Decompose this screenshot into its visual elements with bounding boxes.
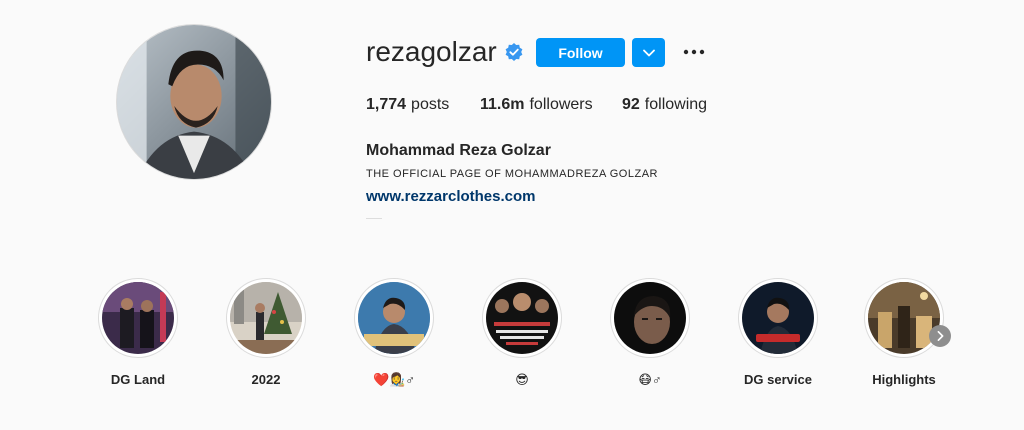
website-link[interactable]: www.rezzarclothes.com (366, 188, 536, 205)
highlight-cover (868, 282, 940, 354)
bio-text: THE OFFICIAL PAGE OF MOHAMMADREZA GOLZAR (366, 168, 658, 180)
posts-stat: 1,774 posts (366, 96, 480, 114)
profile-photo (117, 25, 271, 179)
more-options-button[interactable] (682, 42, 706, 62)
following-count: 92 (622, 96, 640, 113)
highlight-mask[interactable]: 😷♂ (608, 278, 692, 388)
profile-stats: 1,774 posts 11.6m followers 92 following (366, 96, 707, 114)
highlights-next-button[interactable] (929, 325, 951, 347)
more-options-icon (683, 49, 705, 55)
follow-button[interactable]: Follow (536, 38, 625, 67)
profile-avatar[interactable] (116, 24, 272, 180)
suggested-dropdown-button[interactable] (632, 38, 665, 67)
highlight-cover (230, 282, 302, 354)
highlight-heart[interactable]: ❤️👩‍🎨♂ (352, 278, 436, 388)
highlight-dg-service[interactable]: DG service (736, 278, 820, 387)
highlight-label: 😎 (515, 372, 529, 387)
highlight-label: DG service (744, 372, 812, 387)
highlight-cover (614, 282, 686, 354)
chevron-right-icon (937, 331, 943, 341)
following-stat[interactable]: 92 following (622, 96, 707, 114)
followers-count: 11.6m (480, 96, 525, 113)
highlight-cover (742, 282, 814, 354)
followers-stat[interactable]: 11.6m followers (480, 96, 622, 114)
verified-badge-icon (505, 43, 523, 61)
highlight-cool[interactable]: 😎 (480, 278, 564, 388)
chevron-down-icon (642, 49, 655, 56)
highlight-label: ❤️👩‍🎨♂ (372, 372, 416, 387)
highlight-cover (486, 282, 558, 354)
username-row: rezagolzar (366, 36, 523, 68)
username: rezagolzar (366, 36, 497, 67)
divider (366, 218, 382, 219)
following-label: following (644, 96, 708, 113)
highlight-label: 2022 (251, 372, 281, 387)
highlight-2022[interactable]: 2022 (224, 278, 308, 387)
highlight-label: Highlights (872, 372, 936, 387)
highlight-cover (358, 282, 430, 354)
highlight-label: 😷♂ (638, 372, 662, 387)
posts-label: posts (411, 96, 450, 113)
highlight-label: DG Land (110, 372, 166, 387)
posts-count: 1,774 (366, 96, 407, 113)
highlight-dg-land[interactable]: DG Land (96, 278, 180, 387)
followers-label: followers (529, 96, 593, 113)
highlight-cover (102, 282, 174, 354)
full-name: Mohammad Reza Golzar (366, 142, 551, 159)
